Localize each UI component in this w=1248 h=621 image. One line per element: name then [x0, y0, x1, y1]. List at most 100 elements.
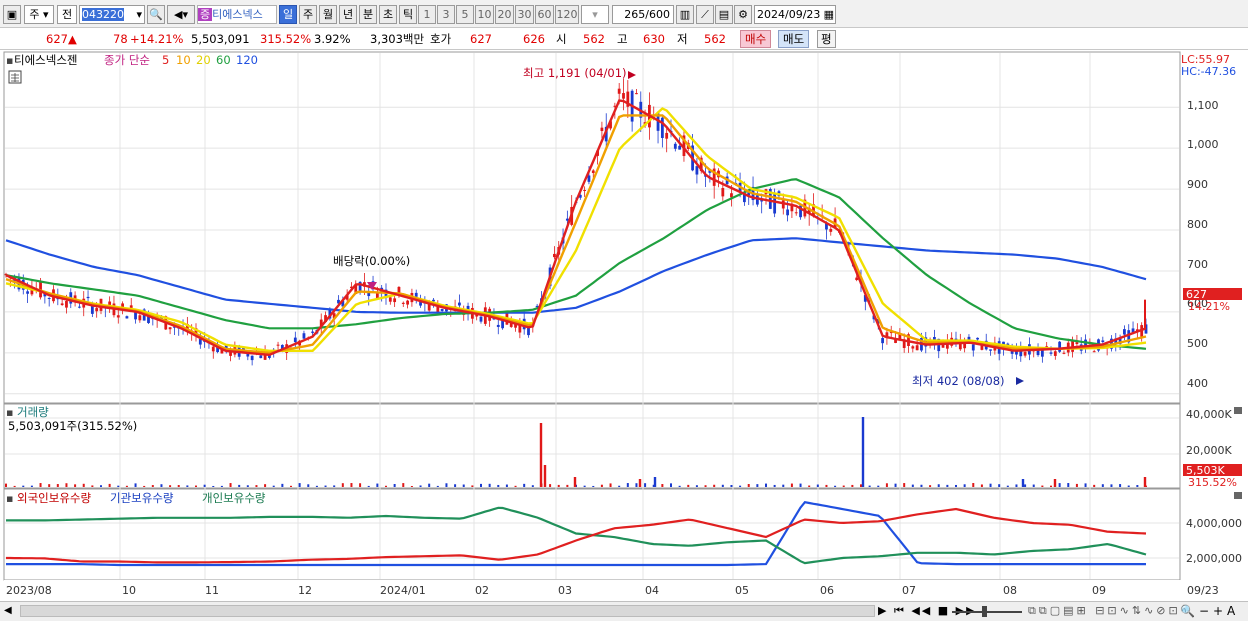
stock-code-input[interactable]: 043220 ▾ — [79, 5, 145, 24]
candle-body — [583, 189, 587, 191]
sell-button[interactable]: 매도 — [778, 30, 810, 48]
horizontal-scrollbar[interactable] — [20, 605, 875, 617]
volume-bar — [816, 484, 819, 487]
candle-body — [678, 145, 682, 150]
panel-handle-icon[interactable]: ▪ — [6, 54, 13, 67]
volume-bar — [315, 485, 318, 487]
zoom-slider-handle[interactable] — [982, 606, 987, 617]
low-annotation: 최저 402 (08/08) — [912, 374, 1005, 388]
high-label: 고 — [617, 32, 628, 46]
chart-tools-icons[interactable]: ⧉⧉▢▤⊞ ⊟⊡∿⇅∿⊘⊡∿ — [1028, 604, 1193, 618]
interval-1[interactable]: 1 — [418, 5, 436, 24]
volume-bar — [65, 483, 68, 487]
volume-bar — [1119, 484, 1122, 487]
date-field[interactable]: 2024/09/23 ▦ — [754, 5, 836, 24]
x-label-03: 03 — [558, 584, 572, 597]
volume-bar — [1075, 483, 1078, 487]
interval-60[interactable]: 60 — [535, 5, 554, 24]
volume-bar — [281, 483, 284, 487]
volume-spike — [543, 465, 547, 487]
volume-bar — [290, 485, 292, 487]
candle-body — [553, 253, 556, 258]
volume-spike — [539, 423, 543, 487]
candle-body — [259, 355, 263, 359]
volume-bar — [246, 485, 249, 487]
period-select-value: 주 — [29, 8, 40, 21]
buy-button[interactable]: 매수 — [740, 30, 772, 48]
count-field[interactable]: 265/600 — [612, 5, 674, 24]
interval-5[interactable]: 5 — [456, 5, 474, 24]
period-tab-second[interactable]: 초 — [379, 5, 397, 24]
candle-body — [1092, 351, 1096, 353]
evaluate-button[interactable]: 평 — [817, 30, 836, 48]
candle-body — [86, 296, 90, 299]
search-icon[interactable]: 🔍 — [147, 5, 165, 24]
holding-panel-close-icon[interactable] — [1234, 492, 1242, 499]
interval-30[interactable]: 30 — [515, 5, 534, 24]
volume-panel-close-icon[interactable] — [1234, 407, 1242, 414]
volume-bar — [834, 485, 837, 487]
zoom-slider[interactable] — [952, 611, 1022, 613]
volume-bar — [195, 485, 197, 487]
stock-name-field[interactable]: 증 티에스넥스 — [197, 5, 277, 24]
volume-bar — [644, 483, 647, 487]
market-select[interactable]: 전 — [57, 5, 77, 24]
period-tab-minute[interactable]: 분 — [359, 5, 377, 24]
volume-panel-frame — [3, 403, 1181, 489]
volume-bar — [186, 485, 189, 487]
price-y-axis: 1,100 1,000 900 800 700 600 500 400 — [1187, 99, 1219, 390]
interval-10[interactable]: 10 — [475, 5, 494, 24]
interval-3[interactable]: 3 — [437, 5, 455, 24]
holding-panel-handle-icon[interactable]: ▪ — [6, 492, 13, 505]
volume-bar — [600, 484, 603, 487]
calendar-icon[interactable]: ▦ — [824, 6, 835, 23]
candle-type-icon[interactable]: ▥ — [676, 5, 694, 24]
gear-icon[interactable]: ⚙ — [734, 5, 752, 24]
period-tab-week[interactable]: 주 — [299, 5, 317, 24]
volume-spike — [1053, 479, 1057, 487]
save-icon[interactable]: ▤ — [715, 5, 733, 24]
candle-body — [432, 299, 435, 302]
candle-body — [276, 344, 280, 346]
volume-bar — [1032, 484, 1035, 487]
speaker-icon[interactable]: ◀▾ — [167, 5, 195, 24]
volume-bar — [1067, 483, 1070, 487]
volume-panel-handle-icon[interactable]: ▪ — [6, 406, 13, 419]
volume-bar — [74, 484, 77, 487]
legend-foreign-holding: 외국인보유수량 — [17, 491, 91, 505]
period-tab-year[interactable]: 년 — [339, 5, 357, 24]
draw-line-icon[interactable]: ⟋ — [696, 5, 714, 24]
x-label-right: 09/23 — [1187, 584, 1219, 597]
candle-body — [1058, 341, 1062, 352]
x-label-08: 08 — [1003, 584, 1017, 597]
interval-dropdown[interactable]: ▾ — [581, 5, 609, 24]
period-tab-month[interactable]: 월 — [319, 5, 337, 24]
period-select[interactable]: 주 ▾ — [24, 5, 54, 24]
zoom-controls[interactable]: 🔍−+A — [1180, 604, 1239, 618]
scroll-left-icon[interactable]: ◀ — [4, 604, 16, 618]
chevron-down-icon[interactable]: ▾ — [136, 6, 144, 23]
volume-bar — [333, 485, 336, 487]
interval-120[interactable]: 120 — [555, 5, 579, 24]
x-label-07: 07 — [902, 584, 916, 597]
candle-body — [665, 132, 669, 139]
volume-spike — [1021, 479, 1025, 487]
x-label-2024-01: 2024/01 — [380, 584, 426, 597]
dividend-annotation: 배당락(0.00%) — [333, 254, 410, 268]
volume-bar — [920, 484, 923, 487]
candle-body — [401, 302, 405, 304]
volume-bar — [670, 483, 672, 487]
volume-bar — [359, 483, 362, 487]
volume-bar — [851, 484, 854, 487]
candle-body — [794, 212, 798, 214]
candle-body — [1053, 351, 1057, 356]
candle-body — [95, 308, 99, 312]
window-menu-icon[interactable]: ▣ — [3, 5, 21, 24]
stock-chart: ▪ 티에스넥스젠 종가 단순 5 10 20 60 120 LC:55.97 H… — [3, 51, 1248, 599]
period-tab-day[interactable]: 일 — [279, 5, 297, 24]
volume-bar — [730, 485, 733, 487]
period-tab-tick[interactable]: 틱 — [399, 5, 417, 24]
interval-20[interactable]: 20 — [495, 5, 514, 24]
volume-title: 거래량 — [17, 405, 49, 419]
volume-bar — [428, 483, 431, 487]
